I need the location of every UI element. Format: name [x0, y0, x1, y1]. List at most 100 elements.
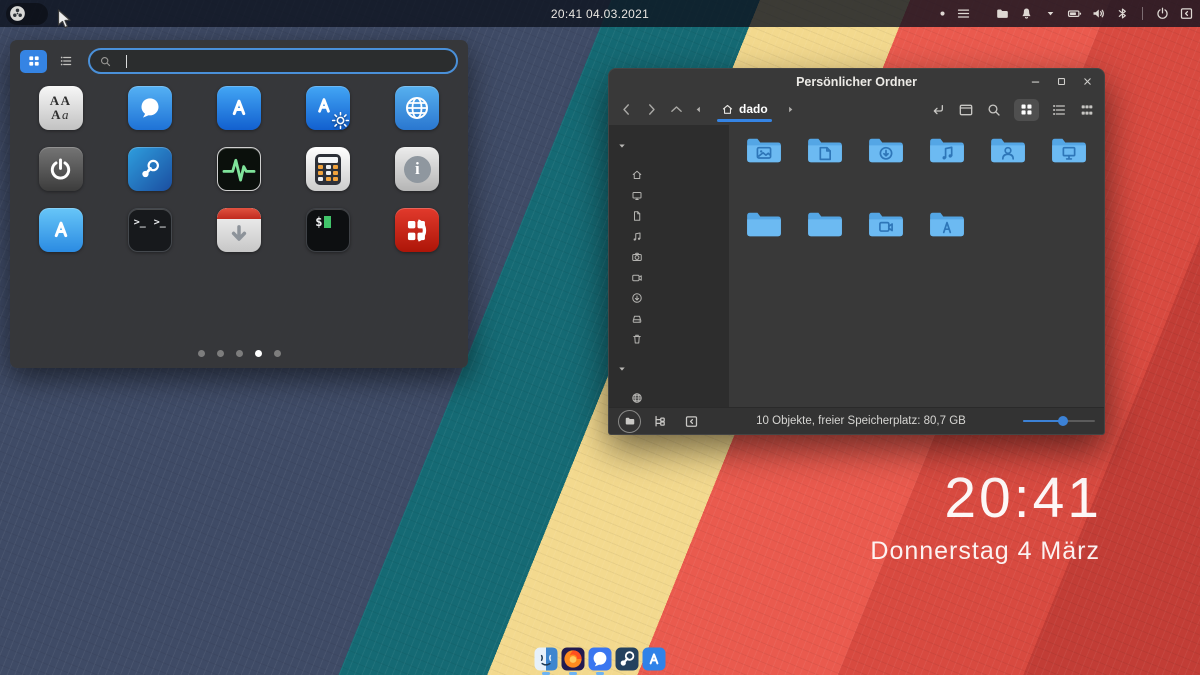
app-item-steam[interactable]	[105, 147, 194, 197]
location-entry-toggle[interactable]	[930, 102, 946, 118]
open-terminal-button[interactable]	[958, 102, 974, 118]
app-item-languages[interactable]	[373, 86, 462, 136]
app-item-transmission[interactable]	[194, 208, 283, 258]
folder-icon	[867, 209, 905, 239]
text-editor-app-icon	[39, 208, 83, 252]
list-icon	[59, 54, 73, 68]
breadcrumb-label: dado	[739, 102, 768, 116]
folder-icon	[989, 135, 1027, 165]
titlebar[interactable]: Persönlicher Ordner	[609, 69, 1104, 94]
sidebar-item-dokumente[interactable]	[609, 206, 729, 227]
firefox-dock-icon	[561, 647, 585, 671]
zoom-slider[interactable]	[1023, 414, 1095, 428]
folder-vorlagen[interactable]	[917, 206, 978, 279]
sidebar-item-videos[interactable]	[609, 268, 729, 289]
minimize-button[interactable]	[1029, 75, 1042, 88]
menu-icon[interactable]	[956, 6, 971, 21]
dock-item-software[interactable]	[642, 647, 666, 671]
app-menu-header	[10, 40, 468, 76]
dock-item-files[interactable]	[534, 647, 558, 671]
folder-bilder[interactable]	[733, 132, 794, 205]
toolbar: dado	[609, 94, 1104, 125]
system-monitor-app-icon	[217, 147, 261, 191]
app-item-calculator[interactable]	[284, 147, 373, 197]
search-icon	[99, 55, 112, 68]
dock-item-firefox[interactable]	[561, 647, 585, 671]
slider-knob[interactable]	[1058, 416, 1068, 426]
folder-schreibtisch[interactable]	[1039, 132, 1100, 205]
compact-view-toggle[interactable]	[1079, 102, 1095, 118]
menu-button[interactable]	[6, 3, 48, 25]
page-dot-3[interactable]	[236, 350, 243, 357]
sidebar-section-0[interactable]	[609, 134, 729, 158]
page-dot-5[interactable]	[274, 350, 281, 357]
app-item-signal[interactable]	[105, 86, 194, 136]
sidebar-item-musik[interactable]	[609, 227, 729, 248]
compact-icon	[1079, 102, 1095, 118]
files-icon[interactable]	[995, 6, 1010, 21]
app-item-startup[interactable]	[16, 147, 105, 197]
sidebar-item-netzwerk[interactable]	[609, 388, 729, 408]
folder-musik[interactable]	[917, 132, 978, 205]
caret-down-icon[interactable]	[1043, 6, 1058, 21]
treeview-toggle[interactable]	[652, 414, 667, 429]
app-item-uxterm[interactable]: $	[284, 208, 373, 258]
volume-icon[interactable]	[1091, 6, 1106, 21]
page-dot-2[interactable]	[217, 350, 224, 357]
dock-item-signal[interactable]	[588, 647, 612, 671]
app-item-fonts[interactable]: AAAa	[16, 86, 105, 136]
app-item-software-sources[interactable]	[284, 86, 373, 136]
folder-videos[interactable]	[855, 206, 916, 279]
sidebar-item-bilder[interactable]	[609, 247, 729, 268]
list-view-toggle[interactable]	[52, 50, 79, 73]
close-button[interactable]	[1081, 75, 1094, 88]
sidebar-section-1[interactable]	[609, 357, 729, 381]
panel-clock[interactable]: 20:41 04.03.2021	[551, 7, 649, 21]
hide-panel-icon[interactable]	[1179, 6, 1194, 21]
app-item-texinfo[interactable]: i	[373, 147, 462, 197]
up-button[interactable]	[668, 101, 685, 118]
battery-icon[interactable]	[1067, 6, 1082, 21]
folder--ffentlich[interactable]	[978, 132, 1039, 205]
sidebar-item-downloads[interactable]	[609, 288, 729, 309]
icon-view-toggle[interactable]	[1014, 99, 1039, 121]
status-dot-icon[interactable]	[938, 9, 947, 18]
app-item-system-monitor[interactable]	[194, 147, 283, 197]
breadcrumb-next-icon[interactable]	[785, 104, 796, 115]
folder-icon	[806, 209, 844, 239]
clock-date: Donnerstag 4 März	[870, 537, 1102, 566]
page-dot-4[interactable]	[255, 350, 262, 357]
hide-sidebar-button[interactable]	[684, 414, 699, 429]
sidebar-item-pers-nlicher-[interactable]	[609, 165, 729, 186]
preview-app-icon	[395, 208, 439, 252]
search-input[interactable]	[88, 48, 458, 74]
search-button[interactable]	[986, 102, 1002, 118]
folder-dokumente[interactable]	[794, 132, 855, 205]
breadcrumb-prev-icon[interactable]	[693, 104, 704, 115]
places-toggle[interactable]	[618, 410, 641, 433]
maximize-button[interactable]	[1055, 75, 1068, 88]
folder-snap[interactable]	[733, 206, 794, 279]
sidebar-item-papierkorb[interactable]	[609, 329, 729, 350]
sidebar-item-schreibtisch[interactable]	[609, 186, 729, 207]
dock-item-steam[interactable]	[615, 647, 639, 671]
grid-view-toggle[interactable]	[20, 50, 47, 73]
app-item-tilix[interactable]: >_>_	[105, 208, 194, 258]
app-item-preview[interactable]	[373, 208, 462, 258]
bluetooth-icon[interactable]	[1115, 6, 1130, 21]
folder-downloads[interactable]	[855, 132, 916, 205]
power-icon[interactable]	[1155, 6, 1170, 21]
section-arrow-icon	[617, 141, 627, 151]
back-button[interactable]	[618, 101, 635, 118]
app-item-text-editor[interactable]	[16, 208, 105, 258]
page-dot-1[interactable]	[198, 350, 205, 357]
forward-button[interactable]	[643, 101, 660, 118]
list-view-toggle[interactable]	[1051, 102, 1067, 118]
sidebar-item-dateisystem[interactable]	[609, 309, 729, 330]
breadcrumb[interactable]: dado	[712, 100, 777, 119]
app-item-software[interactable]	[194, 86, 283, 136]
notifications-icon[interactable]	[1019, 6, 1034, 21]
app-grid: AAAa i >_>_ $	[10, 76, 468, 258]
folder-steam[interactable]	[794, 206, 855, 279]
steam-app-icon	[128, 147, 172, 191]
